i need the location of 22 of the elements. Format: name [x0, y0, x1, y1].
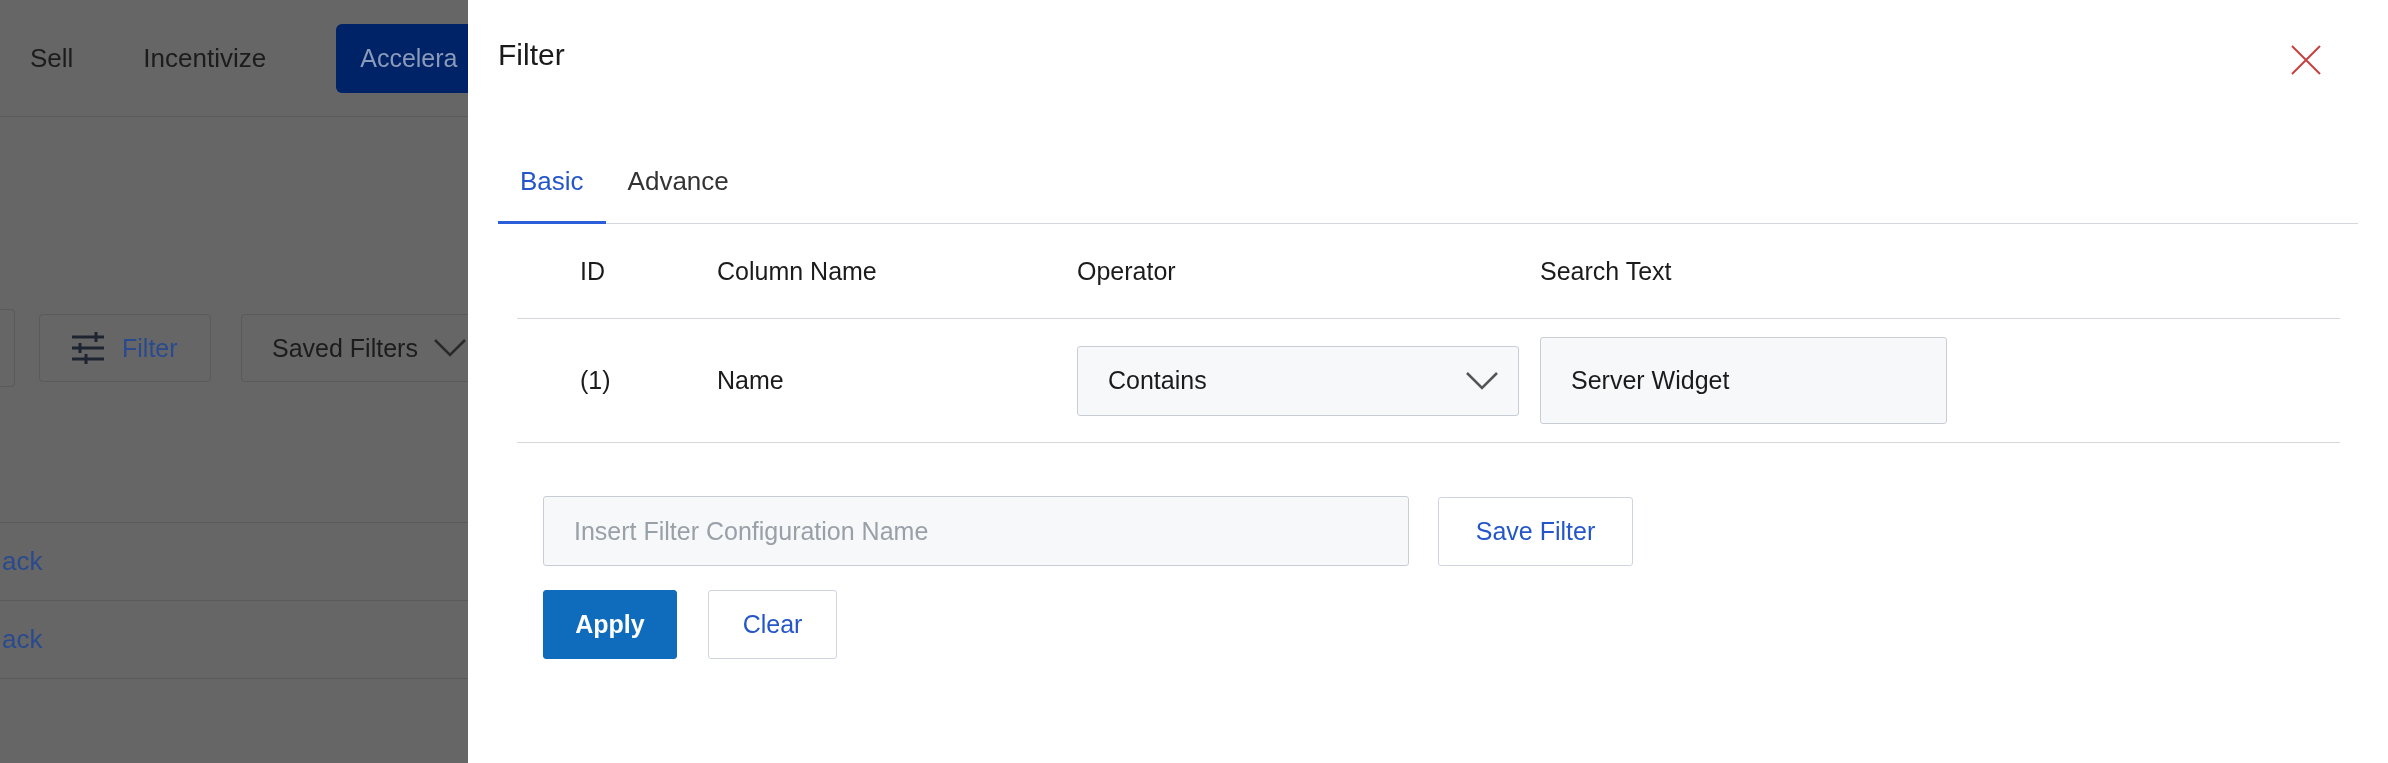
column-header: ID — [580, 256, 606, 286]
chevron-down-icon — [1466, 371, 1498, 390]
column-name-cell-text: Name — [717, 366, 785, 395]
nav-tab[interactable]: Sell — [30, 22, 74, 94]
column-header: Column Name — [717, 256, 878, 286]
panel-title: Filter — [498, 38, 565, 72]
column-header: Operator — [1077, 256, 1177, 286]
config-name-field[interactable]: Insert Filter Configuration Name — [543, 496, 1409, 566]
close-icon[interactable] — [2290, 44, 2322, 76]
chevron-down-icon — [433, 339, 466, 357]
filter-tab[interactable]: Advance — [605, 144, 751, 224]
apply-button[interactable]: Apply — [543, 590, 677, 659]
sliders-icon — [70, 330, 106, 366]
id-cell-text: (1) — [580, 366, 612, 395]
nav-tab[interactable]: Accelera — [336, 23, 468, 93]
clear-button[interactable]: Clear — [708, 590, 837, 659]
filter-tab[interactable]: Basic — [498, 144, 606, 224]
search-text-field[interactable]: Server Widget — [1540, 337, 1947, 424]
column-header: Search Text — [1540, 256, 1673, 286]
save-filter-button[interactable]: Save Filter — [1438, 496, 1633, 566]
nav-tab[interactable]: Incentivize — [143, 22, 267, 94]
operator-select[interactable]: Contains — [1077, 345, 1519, 416]
